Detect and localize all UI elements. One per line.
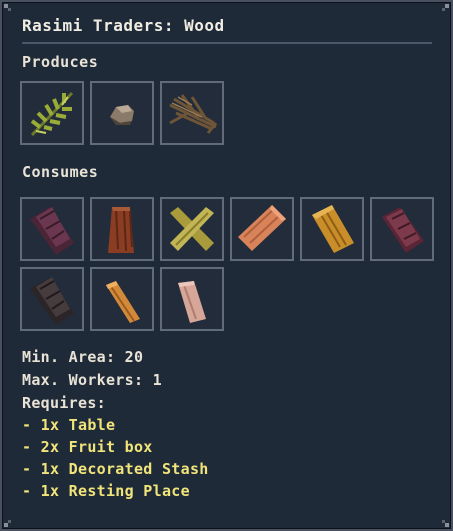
produce-slot-twigs[interactable] — [160, 81, 224, 145]
consumes-label: Consumes — [22, 163, 99, 181]
max-workers-stat: Max. Workers: 1 — [22, 371, 162, 389]
crossed-yellow-planks-icon — [170, 207, 214, 251]
dark-red-log-icon — [382, 207, 424, 253]
stone-chunk-icon — [110, 105, 134, 125]
consume-slot-mahogany-plank[interactable] — [90, 197, 154, 261]
produce-slot-stone[interactable] — [90, 81, 154, 145]
consume-slot-grey-log[interactable] — [20, 267, 84, 331]
consume-slot-purple-log[interactable] — [20, 197, 84, 261]
purple-log-icon — [30, 207, 74, 255]
produce-slot-herb[interactable] — [20, 81, 84, 145]
consume-slot-pink-slat[interactable] — [160, 267, 224, 331]
min-area-stat: Min. Area: 20 — [22, 348, 144, 366]
title-divider — [22, 42, 432, 44]
tooltip-title: Rasimi Traders: Wood — [22, 16, 225, 35]
requirement-item: - 1x Decorated Stash — [22, 460, 209, 478]
requires-label: Requires: — [22, 394, 106, 412]
requirement-item: - 1x Table — [22, 416, 116, 434]
pale-pink-slat-icon — [178, 281, 206, 323]
golden-plank-icon — [312, 205, 354, 253]
requirement-item: - 2x Fruit box — [22, 438, 153, 456]
consume-slot-orange-plank[interactable] — [230, 197, 294, 261]
produces-label: Produces — [22, 53, 99, 71]
corner-ornament-icon — [439, 4, 449, 14]
requirement-item: - 1x Resting Place — [22, 482, 190, 500]
corner-ornament-icon — [4, 517, 14, 527]
orange-slat-icon — [106, 281, 140, 323]
consume-slot-dark-red-log[interactable] — [370, 197, 434, 261]
dark-grey-log-icon — [30, 277, 74, 325]
light-orange-plank-icon — [238, 205, 286, 251]
twig-bundle-icon — [169, 94, 218, 134]
consume-slot-orange-slat[interactable] — [90, 267, 154, 331]
building-tooltip: Rasimi Traders: Wood Produces Consumes M… — [0, 0, 453, 531]
corner-ornament-icon — [4, 4, 14, 14]
mahogany-plank-icon — [108, 207, 134, 253]
corner-ornament-icon — [439, 517, 449, 527]
herb-branch-icon — [30, 91, 74, 137]
consume-slot-crossed-planks[interactable] — [160, 197, 224, 261]
consume-slot-golden-plank[interactable] — [300, 197, 364, 261]
